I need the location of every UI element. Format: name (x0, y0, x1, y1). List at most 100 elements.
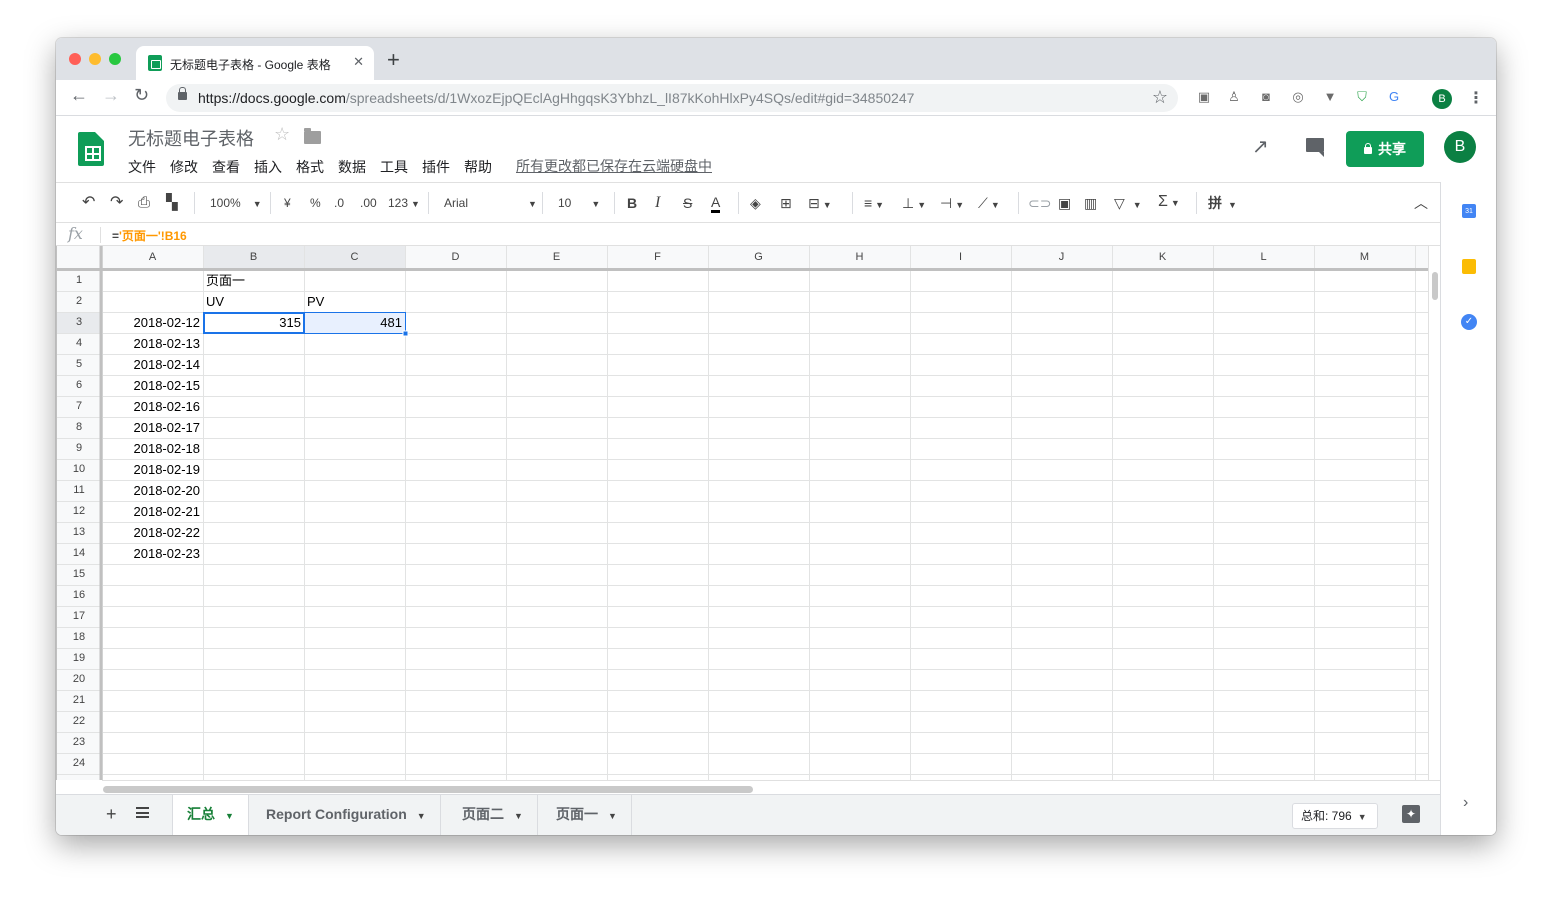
column-header[interactable]: I (910, 251, 1011, 263)
font-size-select[interactable]: 10 ▼ (558, 194, 600, 213)
sheet-tab-summary[interactable]: 汇总 ▼ (172, 795, 249, 835)
cell-a12[interactable]: 2018-02-21 (105, 501, 201, 522)
row-header[interactable]: 12 (56, 505, 102, 517)
column-header[interactable]: E (506, 251, 607, 263)
horizontal-align-icon[interactable]: ≡ ▼ (864, 194, 884, 214)
cell-a5[interactable]: 2018-02-14 (105, 354, 201, 375)
insert-comment-icon[interactable]: ▣ (1058, 194, 1071, 212)
decrease-decimal-button[interactable]: .0 (334, 194, 344, 212)
column-header[interactable]: A (102, 251, 203, 263)
translate-icon[interactable]: G (1386, 89, 1402, 105)
sheet-tab-page-two[interactable]: 页面二 ▼ (448, 795, 538, 835)
column-header[interactable]: B (203, 251, 304, 263)
text-wrap-icon[interactable]: ⊣ ▼ (940, 194, 964, 214)
row-header[interactable]: 14 (56, 547, 102, 559)
cell-a11[interactable]: 2018-02-20 (105, 480, 201, 501)
row-header[interactable]: 24 (56, 757, 102, 769)
address-bar[interactable]: https://docs.google.com/spreadsheets/d/1… (166, 84, 1178, 112)
star-icon[interactable]: ☆ (274, 124, 290, 145)
forward-arrow-icon[interactable]: → (102, 86, 120, 104)
menu-addons[interactable]: 插件 (422, 157, 450, 177)
font-family-select[interactable]: Arial ▼ (444, 194, 537, 213)
vertical-align-icon[interactable]: ⊥ ▼ (902, 194, 926, 214)
spreadsheet-grid[interactable]: A B C D E F G H I J K L M 1 2 3 4 5 6 7 8 9 10 11 12 13 14 15 16 17 18… (56, 246, 1428, 780)
zoom-select[interactable]: 100% ▼ (210, 194, 262, 213)
menu-insert[interactable]: 插入 (254, 157, 282, 177)
activity-trend-icon[interactable]: ↗ (1252, 134, 1269, 159)
row-header[interactable]: 18 (56, 631, 102, 643)
functions-icon[interactable]: Σ ▼ (1158, 194, 1180, 211)
new-tab-button[interactable]: + (387, 49, 400, 71)
merge-cells-icon[interactable]: ⊟ ▼ (808, 194, 832, 214)
folder-icon[interactable] (304, 128, 321, 144)
menu-format[interactable]: 格式 (296, 157, 324, 177)
formula-input[interactable]: ='页面一'!B16 (112, 227, 187, 244)
bookmark-star-icon[interactable]: ☆ (1152, 87, 1168, 108)
row-header[interactable]: 19 (56, 652, 102, 664)
account-avatar[interactable]: B (1444, 131, 1476, 163)
extension-icon[interactable]: ♙ (1226, 89, 1242, 105)
column-header[interactable]: J (1011, 251, 1112, 263)
column-header[interactable]: H (809, 251, 910, 263)
camera-icon[interactable]: ◙ (1258, 89, 1274, 105)
profile-avatar-small[interactable]: B (1432, 89, 1452, 109)
row-header[interactable]: 6 (56, 379, 102, 391)
insert-chart-icon[interactable]: ▥ (1084, 194, 1097, 212)
text-rotate-icon[interactable]: ⟋ ▼ (978, 194, 1000, 214)
filter-icon[interactable]: ▽ ▼ (1114, 194, 1142, 214)
column-header[interactable]: D (405, 251, 506, 263)
row-header[interactable]: 10 (56, 463, 102, 475)
row-header[interactable]: 9 (56, 442, 102, 454)
row-header[interactable]: 2 (56, 295, 102, 307)
column-header[interactable]: G (708, 251, 809, 263)
row-header[interactable]: 8 (56, 421, 102, 433)
redo-icon[interactable]: ↷ (110, 194, 123, 212)
formula-bar[interactable]: fx ='页面一'!B16 (56, 222, 1440, 246)
row-header[interactable]: 11 (56, 484, 102, 496)
close-window-button[interactable] (69, 53, 81, 65)
sheets-logo-icon[interactable] (78, 132, 104, 166)
vue-devtools-icon[interactable]: ▼ (1322, 89, 1338, 105)
menu-data[interactable]: 数据 (338, 157, 366, 177)
column-header[interactable]: F (607, 251, 708, 263)
undo-icon[interactable]: ↶ (82, 194, 95, 212)
back-arrow-icon[interactable]: ← (70, 86, 88, 104)
close-tab-icon[interactable]: ✕ (353, 54, 364, 70)
cell-a7[interactable]: 2018-02-16 (105, 396, 201, 417)
menu-file[interactable]: 文件 (128, 157, 156, 177)
row-header[interactable]: 3 (56, 316, 102, 328)
row-header[interactable]: 7 (56, 400, 102, 412)
row-header[interactable]: 1 (56, 274, 102, 286)
keep-icon[interactable] (1462, 259, 1476, 274)
cell-b3[interactable]: 315 (206, 312, 301, 333)
sheet-tab-page-one[interactable]: 页面一 ▼ (542, 795, 632, 835)
link-icon[interactable]: ⊂⊃ (1028, 194, 1051, 212)
menu-tools[interactable]: 工具 (380, 157, 408, 177)
vertical-scrollbar[interactable] (1428, 246, 1440, 780)
explore-icon[interactable]: ✦ (1402, 805, 1420, 823)
minimize-window-button[interactable] (89, 53, 101, 65)
cell-b1[interactable]: 页面一 (206, 270, 301, 291)
all-sheets-menu-icon[interactable] (136, 807, 149, 818)
currency-format-button[interactable]: ¥ (284, 194, 291, 212)
calendar-icon[interactable]: 31 (1462, 204, 1476, 218)
row-header[interactable]: 5 (56, 358, 102, 370)
row-header[interactable]: 17 (56, 610, 102, 622)
chevron-right-icon[interactable]: › (1463, 794, 1468, 812)
tasks-icon[interactable]: ✓ (1461, 314, 1477, 330)
horizontal-scroll-thumb[interactable] (103, 786, 753, 793)
row-header[interactable]: 22 (56, 715, 102, 727)
vertical-scroll-thumb[interactable] (1432, 272, 1438, 300)
row-header[interactable]: 20 (56, 673, 102, 685)
menu-view[interactable]: 查看 (212, 157, 240, 177)
cell-a8[interactable]: 2018-02-17 (105, 417, 201, 438)
horizontal-scrollbar[interactable] (102, 780, 1440, 794)
column-header[interactable]: L (1213, 251, 1314, 263)
column-header[interactable]: K (1112, 251, 1213, 263)
add-sheet-button[interactable]: + (106, 804, 117, 825)
collapse-chevron-up-icon[interactable]: ︿ (1414, 194, 1428, 212)
column-header[interactable]: C (304, 251, 405, 263)
cell-a9[interactable]: 2018-02-18 (105, 438, 201, 459)
print-icon[interactable]: ⎙ (138, 194, 150, 212)
browser-tab[interactable]: 无标题电子表格 - Google 表格 ✕ (136, 46, 374, 80)
